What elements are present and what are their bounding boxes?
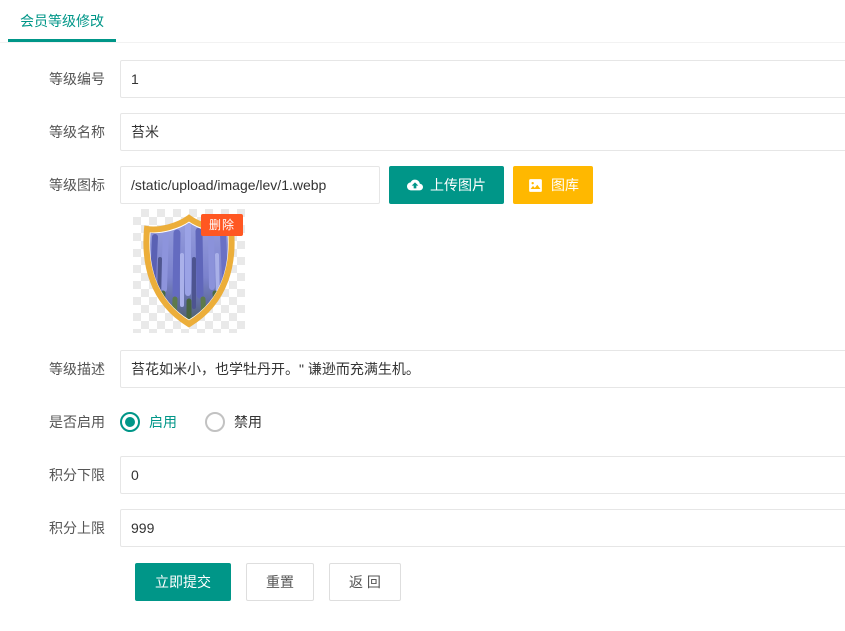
level-icon-path-input[interactable] xyxy=(120,166,380,204)
level-id-input[interactable] xyxy=(120,60,845,98)
radio-disable[interactable]: 禁用 xyxy=(205,412,262,432)
member-level-edit-page: 会员等级修改 等级编号 等级名称 等级图标 xyxy=(0,0,845,631)
points-max-label: 积分上限 xyxy=(0,509,120,547)
level-icon-preview-image[interactable]: 删除 xyxy=(133,209,245,333)
form-actions: 立即提交 重置 返 回 xyxy=(135,563,845,601)
form-row-enabled: 是否启用 启用 禁用 xyxy=(0,403,845,441)
level-id-label: 等级编号 xyxy=(0,60,120,98)
icon-preview-area: 删除 xyxy=(133,209,845,333)
points-min-input[interactable] xyxy=(120,456,845,494)
tab-bar: 会员等级修改 xyxy=(0,0,845,43)
form-row-points-max: 积分上限 xyxy=(0,509,845,547)
gallery-button[interactable]: 图库 xyxy=(513,166,593,204)
form-row-level-name: 等级名称 xyxy=(0,113,845,151)
level-desc-input[interactable] xyxy=(120,350,845,388)
level-icon-label: 等级图标 xyxy=(0,166,120,204)
member-level-form: 等级编号 等级名称 等级图标 xyxy=(0,43,845,601)
level-name-label: 等级名称 xyxy=(0,113,120,151)
form-row-level-id: 等级编号 xyxy=(0,60,845,98)
upload-image-label: 上传图片 xyxy=(430,178,486,192)
radio-enable[interactable]: 启用 xyxy=(120,412,177,432)
reset-button[interactable]: 重置 xyxy=(246,563,314,601)
radio-enable-circle-icon xyxy=(120,412,140,432)
form-row-points-min: 积分下限 xyxy=(0,456,845,494)
cloud-upload-icon xyxy=(407,177,423,193)
delete-image-button[interactable]: 删除 xyxy=(201,214,243,236)
points-max-input[interactable] xyxy=(120,509,845,547)
enabled-label: 是否启用 xyxy=(0,403,120,441)
level-name-input[interactable] xyxy=(120,113,845,151)
form-row-level-desc: 等级描述 xyxy=(0,350,845,388)
radio-enable-label: 启用 xyxy=(149,412,177,432)
gallery-label: 图库 xyxy=(551,178,579,192)
radio-disable-circle-icon xyxy=(205,412,225,432)
level-desc-label: 等级描述 xyxy=(0,350,120,388)
form-row-level-icon: 等级图标 上传图片 图 xyxy=(0,166,845,204)
radio-disable-label: 禁用 xyxy=(234,412,262,432)
points-min-label: 积分下限 xyxy=(0,456,120,494)
upload-image-button[interactable]: 上传图片 xyxy=(389,166,504,204)
tab-member-level-edit[interactable]: 会员等级修改 xyxy=(8,0,116,42)
picture-icon xyxy=(527,177,544,194)
submit-button[interactable]: 立即提交 xyxy=(135,563,231,601)
back-button[interactable]: 返 回 xyxy=(329,563,401,601)
